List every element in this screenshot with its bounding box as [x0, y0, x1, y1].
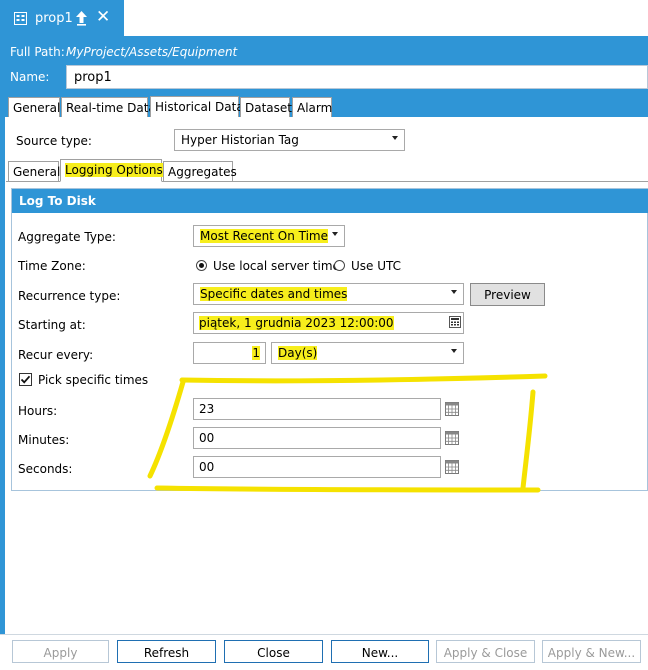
aggregate-type-label: Aggregate Type:: [18, 230, 116, 244]
pin-icon[interactable]: [75, 10, 88, 26]
tab-historical-data[interactable]: Historical Data: [150, 96, 244, 118]
subtab-aggregates[interactable]: Aggregates: [163, 161, 237, 182]
name-input[interactable]: prop1: [66, 65, 648, 89]
starting-at-value: piątek, 1 grudnia 2023 12:00:00: [199, 316, 394, 330]
chevron-down-icon: [451, 349, 457, 353]
seconds-field[interactable]: 00: [193, 456, 441, 478]
tab-dataset[interactable]: Dataset: [240, 97, 292, 118]
hours-field[interactable]: 23: [193, 398, 441, 420]
preview-button[interactable]: Preview: [470, 283, 545, 306]
full-path-value: MyProject/Assets/Equipment: [66, 45, 238, 59]
recurrence-type-value: Specific dates and times: [200, 287, 348, 301]
close-button[interactable]: Close: [224, 640, 323, 663]
subtab-general[interactable]: General: [8, 161, 60, 182]
recur-every-label: Recur every:: [18, 348, 94, 362]
pick-times-label: Pick specific times: [38, 373, 149, 387]
time-picker-icon[interactable]: [445, 431, 459, 445]
document-tab[interactable]: prop1 ✕: [0, 0, 124, 37]
apply-close-button[interactable]: Apply & Close: [436, 640, 535, 663]
source-type-label: Source type:: [16, 134, 92, 148]
full-path-label: Full Path:: [10, 45, 65, 59]
recur-every-number[interactable]: 1: [193, 342, 266, 364]
name-label: Name:: [10, 70, 50, 84]
close-icon[interactable]: ✕: [96, 9, 110, 26]
chevron-down-icon: [451, 290, 457, 294]
seconds-label: Seconds:: [18, 462, 73, 476]
apply-new-button[interactable]: Apply & New...: [542, 640, 641, 663]
pick-times-checkbox[interactable]: [19, 373, 32, 386]
radio-utc[interactable]: [334, 260, 345, 271]
source-type-dropdown[interactable]: Hyper Historian Tag: [174, 129, 405, 151]
recurrence-type-label: Recurrence type:: [18, 289, 121, 303]
starting-at-label: Starting at:: [18, 318, 86, 332]
time-picker-icon[interactable]: [445, 460, 459, 474]
starting-at-datetime[interactable]: piątek, 1 grudnia 2023 12:00:00: [193, 312, 464, 334]
calendar-icon[interactable]: [449, 316, 461, 328]
time-picker-icon[interactable]: [445, 402, 459, 416]
time-zone-label: Time Zone:: [18, 259, 86, 273]
chevron-down-icon: [392, 136, 398, 140]
aggregate-type-dropdown[interactable]: Most Recent On Time: [193, 225, 345, 247]
source-type-value: Hyper Historian Tag: [181, 133, 299, 147]
recur-every-unit-dropdown[interactable]: Day(s): [271, 342, 464, 364]
chevron-down-icon: [332, 232, 338, 236]
hours-label: Hours:: [18, 404, 58, 418]
tab-alarm[interactable]: Alarm: [292, 97, 332, 118]
radio-utc-label: Use UTC: [351, 259, 402, 273]
recur-every-number-value: 1: [252, 346, 260, 360]
log-to-disk-header: Log To Disk: [12, 189, 648, 213]
recurrence-type-dropdown[interactable]: Specific dates and times: [193, 283, 464, 305]
minutes-label: Minutes:: [18, 433, 70, 447]
tab-general[interactable]: General: [8, 97, 60, 118]
apply-button[interactable]: Apply: [12, 640, 109, 663]
recur-every-unit-value: Day(s): [278, 346, 318, 360]
new-button[interactable]: New...: [331, 640, 429, 663]
document-tab-title: prop1: [35, 11, 73, 26]
minutes-field[interactable]: 00: [193, 427, 441, 449]
document-icon: [14, 12, 27, 25]
tab-realtime-data[interactable]: Real-time Data: [61, 97, 156, 118]
subtab-logging-options[interactable]: Logging Options: [60, 159, 163, 182]
refresh-button[interactable]: Refresh: [117, 640, 216, 663]
aggregate-type-value: Most Recent On Time: [200, 229, 328, 243]
radio-local-time[interactable]: [196, 260, 207, 271]
subtab-logging-options-label: Logging Options: [65, 163, 163, 177]
radio-local-time-label: Use local server time: [213, 259, 340, 273]
